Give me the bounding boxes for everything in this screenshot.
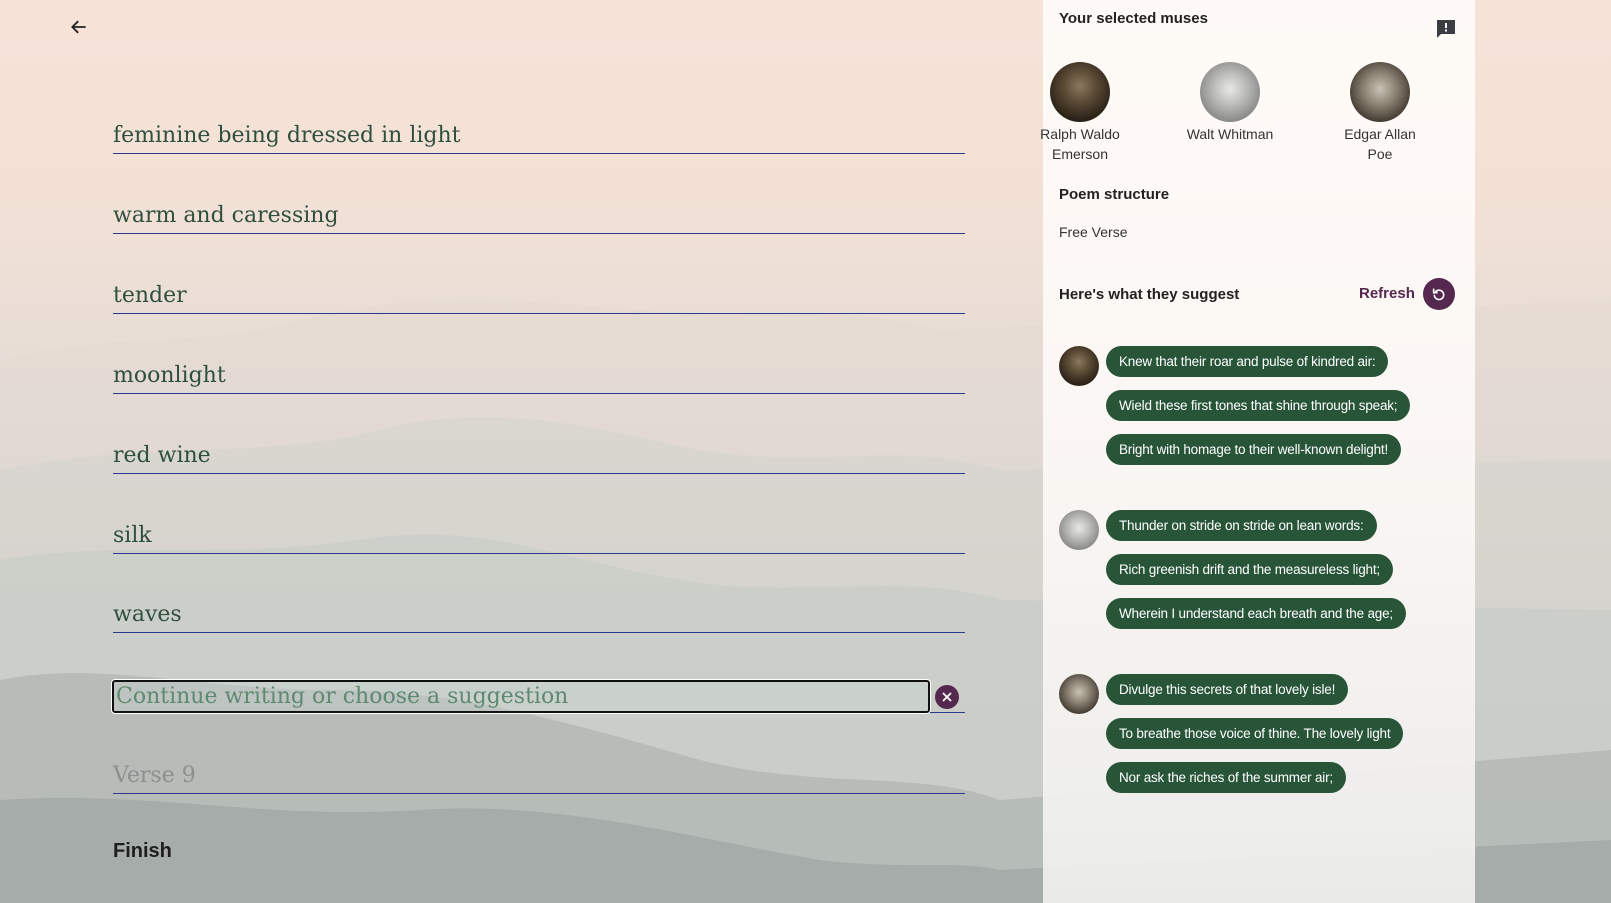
feedback-button[interactable] bbox=[1435, 18, 1457, 38]
muse-poe[interactable]: Edgar Allan Poe bbox=[1325, 62, 1435, 164]
muse-avatar bbox=[1059, 510, 1099, 550]
arrow-left-icon bbox=[71, 20, 86, 34]
muses-title: Your selected muses bbox=[1059, 10, 1208, 27]
verse-line-6[interactable]: silk bbox=[113, 518, 965, 554]
suggestion-chip[interactable]: Nor ask the riches of the summer air; bbox=[1106, 762, 1346, 793]
muse-whitman[interactable]: Walt Whitman bbox=[1175, 62, 1285, 144]
muses-sidebar: Your selected muses Ralph Waldo Emerson W… bbox=[1040, 0, 1475, 903]
muse-avatar bbox=[1059, 346, 1099, 386]
muse-name: Walt Whitman bbox=[1186, 126, 1274, 142]
verse-line-5[interactable]: red wine bbox=[113, 438, 965, 474]
verse-input-active[interactable]: Continue writing or choose a suggestion bbox=[111, 679, 931, 714]
verse-line-3[interactable]: tender bbox=[113, 278, 965, 314]
verse-line-1[interactable]: feminine being dressed in light bbox=[113, 118, 965, 154]
refresh-icon bbox=[1432, 288, 1445, 301]
suggestion-chip[interactable]: Wherein I understand each breath and the… bbox=[1106, 598, 1406, 629]
close-icon bbox=[942, 692, 952, 702]
suggestion-chip[interactable]: Rich greenish drift and the measureless … bbox=[1106, 554, 1393, 585]
suggestion-chip[interactable]: Bright with homage to their well-known d… bbox=[1106, 434, 1401, 465]
active-input-underline bbox=[930, 712, 965, 713]
suggestion-chip[interactable]: Knew that their roar and pulse of kindre… bbox=[1106, 346, 1389, 377]
verse-line-7[interactable]: waves bbox=[113, 597, 965, 633]
finish-button[interactable]: Finish bbox=[113, 840, 172, 863]
muse-name: Ralph Waldo Emerson bbox=[1040, 126, 1120, 162]
back-button[interactable] bbox=[66, 14, 92, 40]
structure-title: Poem structure bbox=[1059, 186, 1170, 203]
verse-line-4[interactable]: moonlight bbox=[113, 358, 965, 394]
suggestion-chip[interactable]: To breathe those voice of thine. The lov… bbox=[1106, 718, 1404, 749]
muse-emerson[interactable]: Ralph Waldo Emerson bbox=[1025, 62, 1135, 164]
suggestion-chip[interactable]: Wield these first tones that shine throu… bbox=[1106, 390, 1411, 421]
feedback-icon bbox=[1437, 20, 1455, 38]
verse-input-next[interactable]: Verse 9 bbox=[113, 758, 965, 794]
verse-line-2[interactable]: warm and caressing bbox=[113, 198, 965, 234]
suggestion-chip[interactable]: Thunder on stride on stride on lean word… bbox=[1106, 510, 1377, 541]
muse-avatar bbox=[1350, 62, 1410, 122]
refresh-button[interactable] bbox=[1423, 278, 1455, 310]
clear-input-button[interactable] bbox=[935, 685, 959, 709]
suggest-title: Here's what they suggest bbox=[1059, 286, 1240, 303]
refresh-button-label[interactable]: Refresh bbox=[1359, 285, 1415, 302]
muse-avatar bbox=[1050, 62, 1110, 122]
muse-avatar bbox=[1200, 62, 1260, 122]
muse-avatar bbox=[1059, 674, 1099, 714]
suggestion-chip[interactable]: Divulge this secrets of that lovely isle… bbox=[1106, 674, 1349, 705]
muse-name: Edgar Allan Poe bbox=[1344, 126, 1416, 162]
structure-value: Free Verse bbox=[1059, 224, 1128, 240]
